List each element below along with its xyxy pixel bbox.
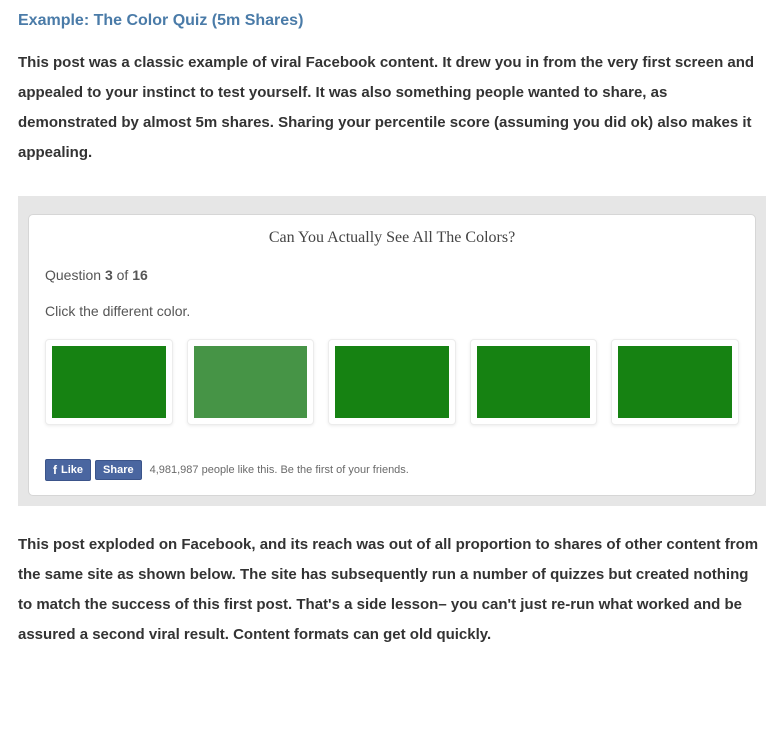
question-of: of xyxy=(113,267,132,283)
share-label: Share xyxy=(103,464,134,476)
swatch-inner xyxy=(335,346,449,418)
example-heading: Example: The Color Quiz (5m Shares) xyxy=(18,12,766,30)
question-prefix: Question xyxy=(45,267,105,283)
like-button[interactable]: f Like xyxy=(45,459,91,481)
quiz-title: Can You Actually See All The Colors? xyxy=(45,229,739,247)
facebook-icon: f xyxy=(53,463,57,477)
question-counter: Question 3 of 16 xyxy=(45,267,739,283)
intro-paragraph: This post was a classic example of viral… xyxy=(18,48,766,168)
quiz-widget-wrapper: Can You Actually See All The Colors? Que… xyxy=(18,196,766,506)
like-label: Like xyxy=(61,464,83,476)
outro-paragraph: This post exploded on Facebook, and its … xyxy=(18,530,766,650)
like-count-text: 4,981,987 people like this. Be the first… xyxy=(150,464,409,476)
swatch-inner xyxy=(52,346,166,418)
question-current: 3 xyxy=(105,267,113,283)
quiz-card: Can You Actually See All The Colors? Que… xyxy=(28,214,756,496)
color-swatch[interactable] xyxy=(470,339,598,425)
color-swatch[interactable] xyxy=(187,339,315,425)
color-swatch[interactable] xyxy=(45,339,173,425)
swatch-row xyxy=(45,339,739,425)
swatch-inner xyxy=(477,346,591,418)
swatch-inner xyxy=(194,346,308,418)
question-total: 16 xyxy=(132,267,148,283)
quiz-instruction: Click the different color. xyxy=(45,303,739,319)
share-button[interactable]: Share xyxy=(95,460,142,480)
color-swatch[interactable] xyxy=(611,339,739,425)
color-swatch[interactable] xyxy=(328,339,456,425)
swatch-inner xyxy=(618,346,732,418)
facebook-bar: f Like Share 4,981,987 people like this.… xyxy=(45,459,739,481)
